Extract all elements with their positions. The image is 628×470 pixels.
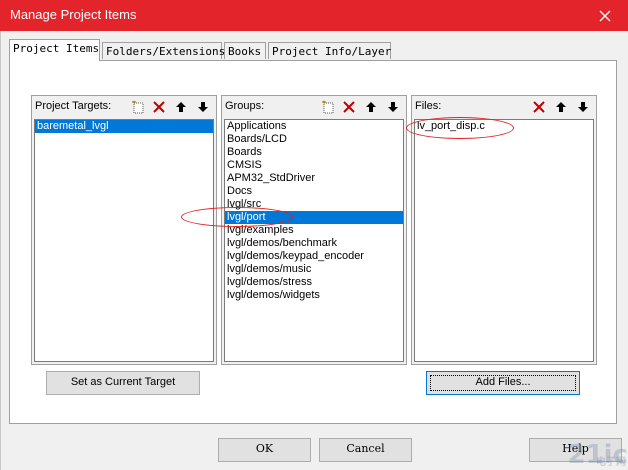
project-targets-list[interactable]: baremetal_lvgl bbox=[34, 119, 214, 362]
list-item[interactable]: Boards bbox=[225, 146, 403, 159]
close-icon[interactable] bbox=[582, 0, 628, 31]
tab-folders-extensions[interactable]: Folders/Extensions bbox=[102, 42, 225, 59]
move-up-icon[interactable] bbox=[362, 98, 380, 115]
move-down-icon[interactable] bbox=[194, 98, 212, 115]
title-bar: Manage Project Items bbox=[0, 0, 628, 31]
files-label: Files: bbox=[415, 100, 442, 112]
project-targets-header: Project Targets: bbox=[32, 96, 216, 117]
list-item[interactable]: baremetal_lvgl bbox=[35, 120, 213, 133]
groups-panel: Groups: Applications Boards/LCD Boards C… bbox=[221, 95, 407, 365]
groups-label: Groups: bbox=[225, 100, 265, 112]
set-current-target-button[interactable]: Set as Current Target bbox=[46, 371, 200, 395]
delete-icon[interactable] bbox=[340, 98, 358, 115]
tab-project-info-layer[interactable]: Project Info/Layer bbox=[268, 42, 391, 59]
groups-header: Groups: bbox=[222, 96, 406, 117]
move-down-icon[interactable] bbox=[384, 98, 402, 115]
project-targets-label: Project Targets: bbox=[35, 100, 112, 112]
dialog-body: Project Items Folders/Extensions Books P… bbox=[0, 31, 628, 470]
cancel-button[interactable]: Cancel bbox=[319, 438, 412, 462]
tab-project-items[interactable]: Project Items bbox=[9, 39, 100, 61]
groups-list[interactable]: Applications Boards/LCD Boards CMSIS APM… bbox=[224, 119, 404, 362]
list-item[interactable]: Boards/LCD bbox=[225, 133, 403, 146]
list-item[interactable]: lvgl/demos/widgets bbox=[225, 289, 403, 302]
list-item[interactable]: Applications bbox=[225, 120, 403, 133]
watermark-logo: 21ic 电子网 bbox=[567, 440, 628, 470]
ok-button[interactable]: OK bbox=[218, 438, 311, 462]
new-icon[interactable] bbox=[319, 98, 337, 115]
list-item[interactable]: lvgl/src bbox=[225, 198, 403, 211]
project-targets-panel: Project Targets: baremetal_lvgl bbox=[31, 95, 217, 365]
list-item[interactable]: lv_port_disp.c bbox=[415, 120, 593, 133]
list-item-selected[interactable]: lvgl/port bbox=[225, 211, 403, 224]
move-up-icon[interactable] bbox=[552, 98, 570, 115]
add-files-button[interactable]: Add Files... bbox=[426, 371, 580, 395]
move-down-icon[interactable] bbox=[574, 98, 592, 115]
delete-icon[interactable] bbox=[530, 98, 548, 115]
list-item[interactable]: lvgl/examples bbox=[225, 224, 403, 237]
list-item[interactable]: CMSIS bbox=[225, 159, 403, 172]
list-item[interactable]: Docs bbox=[225, 185, 403, 198]
move-up-icon[interactable] bbox=[172, 98, 190, 115]
list-item[interactable]: lvgl/demos/keypad_encoder bbox=[225, 250, 403, 263]
files-header: Files: bbox=[412, 96, 596, 117]
list-item[interactable]: APM32_StdDriver bbox=[225, 172, 403, 185]
files-list[interactable]: lv_port_disp.c bbox=[414, 119, 594, 362]
list-item[interactable]: lvgl/demos/stress bbox=[225, 276, 403, 289]
delete-icon[interactable] bbox=[150, 98, 168, 115]
new-icon[interactable] bbox=[129, 98, 147, 115]
list-item[interactable]: lvgl/demos/music bbox=[225, 263, 403, 276]
window-title: Manage Project Items bbox=[10, 7, 137, 22]
list-item[interactable]: lvgl/demos/benchmark bbox=[225, 237, 403, 250]
files-panel: Files: lv_port_disp.c bbox=[411, 95, 597, 365]
tab-books[interactable]: Books bbox=[224, 42, 266, 59]
